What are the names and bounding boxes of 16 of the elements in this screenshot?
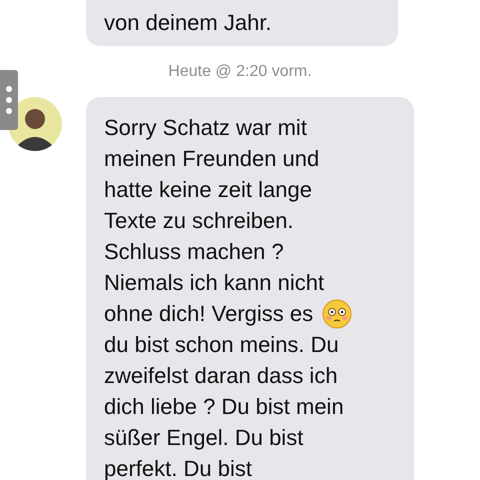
message-text: du bist schon meins. Du (104, 331, 339, 359)
message-text: hatte keine zeit lange (104, 176, 312, 204)
message-text: Schluss machen ? (104, 238, 284, 266)
flushed-face-icon (322, 298, 352, 328)
message-text: ohne dich! Vergiss es (104, 300, 314, 328)
message-text: zweifelst daran dass ich (104, 362, 338, 390)
message-text: süßer Engel. Du bist (104, 424, 304, 452)
message-text: meinen Freunden und (104, 145, 320, 173)
message-text: dich liebe ? Du bist mein (104, 393, 344, 421)
message-bubble: von deinem Jahr. (86, 0, 398, 46)
message-text: Sorry Schatz war mit (104, 114, 307, 142)
message-text: Texte zu schreiben. (104, 207, 294, 235)
timestamp: Heute @ 2:20 vorm. (168, 62, 312, 82)
drawer-handle[interactable] (0, 70, 18, 130)
avatar (8, 97, 62, 151)
message-text: Niemals ich kann nicht (104, 269, 324, 297)
